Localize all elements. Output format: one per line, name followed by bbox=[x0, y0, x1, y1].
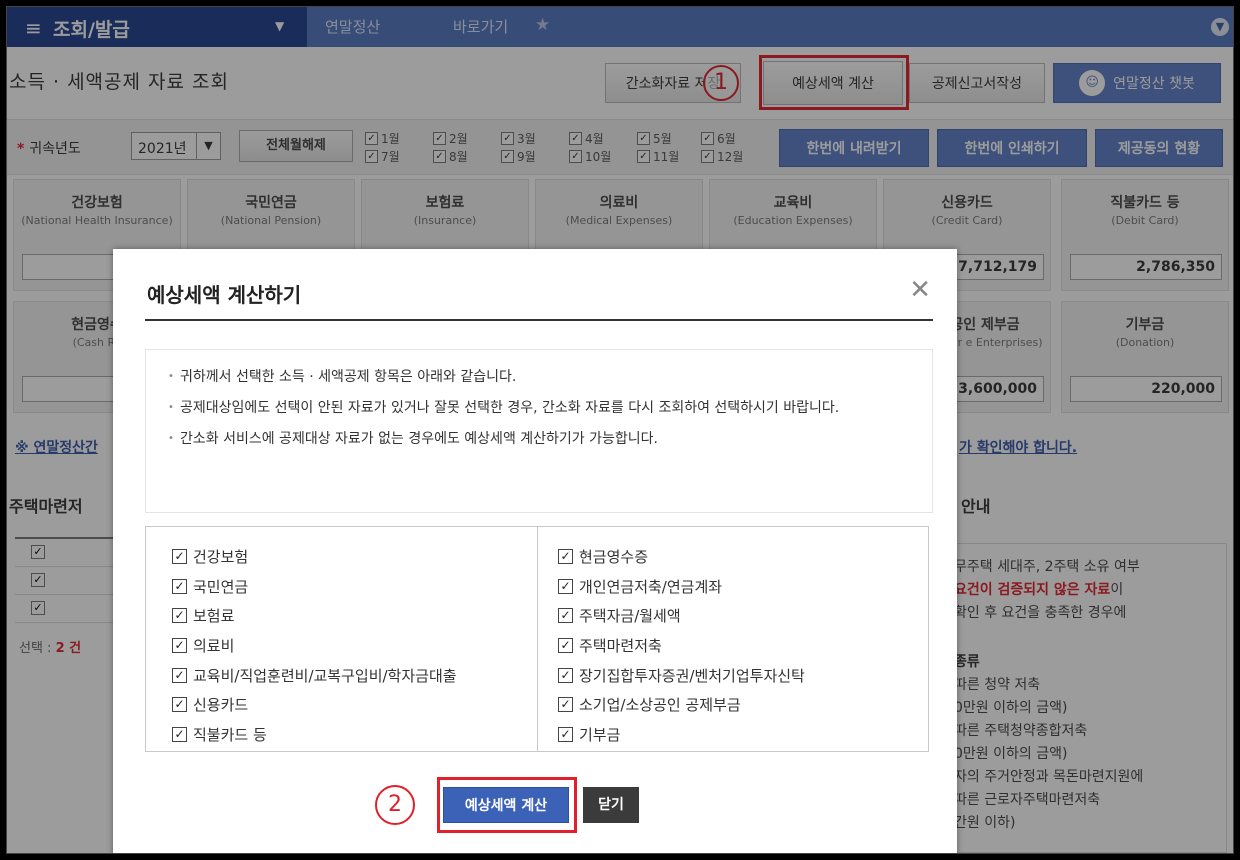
checkbox-checked-icon: ✓ bbox=[558, 697, 573, 713]
item-checkbox[interactable]: ✓ 건강보험 bbox=[172, 542, 537, 572]
item-checkbox[interactable]: ✓ 기부금 bbox=[558, 720, 928, 750]
note-text: 귀하께서 선택한 소득 · 세액공제 항목은 아래와 같습니다. bbox=[168, 366, 912, 388]
checkbox-checked-icon: ✓ bbox=[172, 667, 187, 683]
item-checkbox[interactable]: ✓ 보험료 bbox=[172, 601, 537, 631]
checkbox-checked-icon: ✓ bbox=[558, 726, 573, 742]
items-right-column: ✓ 현금영수증 ✓ 개인연금저축/연금계좌 ✓ 주택자금/월세액 ✓ 주택마련저축 ✓ 장… bbox=[538, 527, 928, 751]
item-checkbox[interactable]: ✓ 주택자금/월세액 bbox=[558, 601, 928, 631]
selected-items-list: ✓ 건강보험 ✓ 국민연금 ✓ 보험료 ✓ 의료비 ✓ 교육비/직업훈련비/교복구입비/학… bbox=[145, 526, 929, 752]
modal-title: 예상세액 계산하기 bbox=[147, 283, 302, 307]
modal-notes: 귀하께서 선택한 소득 · 세액공제 항목은 아래와 같습니다. 공제대상임에도… bbox=[145, 349, 933, 513]
app-window: ≡ 조회/발급 ▼ 연말정산 바로가기 ★ ▼ 소득 · 세액공제 자료 조회 … bbox=[6, 6, 1234, 854]
checkbox-checked-icon: ✓ bbox=[172, 697, 187, 713]
checkbox-checked-icon: ✓ bbox=[172, 608, 187, 624]
item-checkbox[interactable]: ✓ 현금영수증 bbox=[558, 542, 928, 572]
checkbox-checked-icon: ✓ bbox=[172, 638, 187, 654]
checkbox-checked-icon: ✓ bbox=[172, 726, 187, 742]
note-text: 공제대상임에도 선택이 안된 자료가 있거나 잘못 선택한 경우, 간소화 자료… bbox=[168, 397, 912, 419]
note-text: 간소화 서비스에 공제대상 자료가 없는 경우에도 예상세액 계산하기가 가능합… bbox=[168, 428, 912, 450]
item-checkbox[interactable]: ✓ 국민연금 bbox=[172, 572, 537, 602]
item-checkbox[interactable]: ✓ 직불카드 등 bbox=[172, 720, 537, 750]
item-checkbox[interactable]: ✓ 교육비/직업훈련비/교복구입비/학자금대출 bbox=[172, 660, 537, 690]
item-checkbox[interactable]: ✓ 주택마련저축 bbox=[558, 631, 928, 661]
item-checkbox[interactable]: ✓ 의료비 bbox=[172, 631, 537, 661]
close-icon[interactable]: ✕ bbox=[909, 277, 931, 303]
checkbox-checked-icon: ✓ bbox=[558, 667, 573, 683]
item-checkbox[interactable]: ✓ 개인연금저축/연금계좌 bbox=[558, 572, 928, 602]
estimate-calc-button[interactable]: 예상세액 계산 bbox=[443, 787, 569, 823]
annotation-circle-2: 2 bbox=[375, 785, 415, 825]
close-button[interactable]: 닫기 bbox=[583, 787, 639, 823]
items-left-column: ✓ 건강보험 ✓ 국민연금 ✓ 보험료 ✓ 의료비 ✓ 교육비/직업훈련비/교복구입비/학… bbox=[146, 527, 538, 751]
checkbox-checked-icon: ✓ bbox=[172, 578, 187, 594]
item-checkbox[interactable]: ✓ 신용카드 bbox=[172, 690, 537, 720]
item-checkbox[interactable]: ✓ 소기업/소상공인 공제부금 bbox=[558, 690, 928, 720]
checkbox-checked-icon: ✓ bbox=[558, 608, 573, 624]
checkbox-checked-icon: ✓ bbox=[558, 578, 573, 594]
checkbox-checked-icon: ✓ bbox=[558, 638, 573, 654]
estimate-tax-modal: 예상세액 계산하기 ✕ 귀하께서 선택한 소득 · 세액공제 항목은 아래와 같… bbox=[113, 249, 957, 853]
item-checkbox[interactable]: ✓ 장기집합투자증권/벤처기업투자신탁 bbox=[558, 660, 928, 690]
title-divider bbox=[145, 319, 933, 321]
checkbox-checked-icon: ✓ bbox=[558, 549, 573, 565]
checkbox-checked-icon: ✓ bbox=[172, 549, 187, 565]
